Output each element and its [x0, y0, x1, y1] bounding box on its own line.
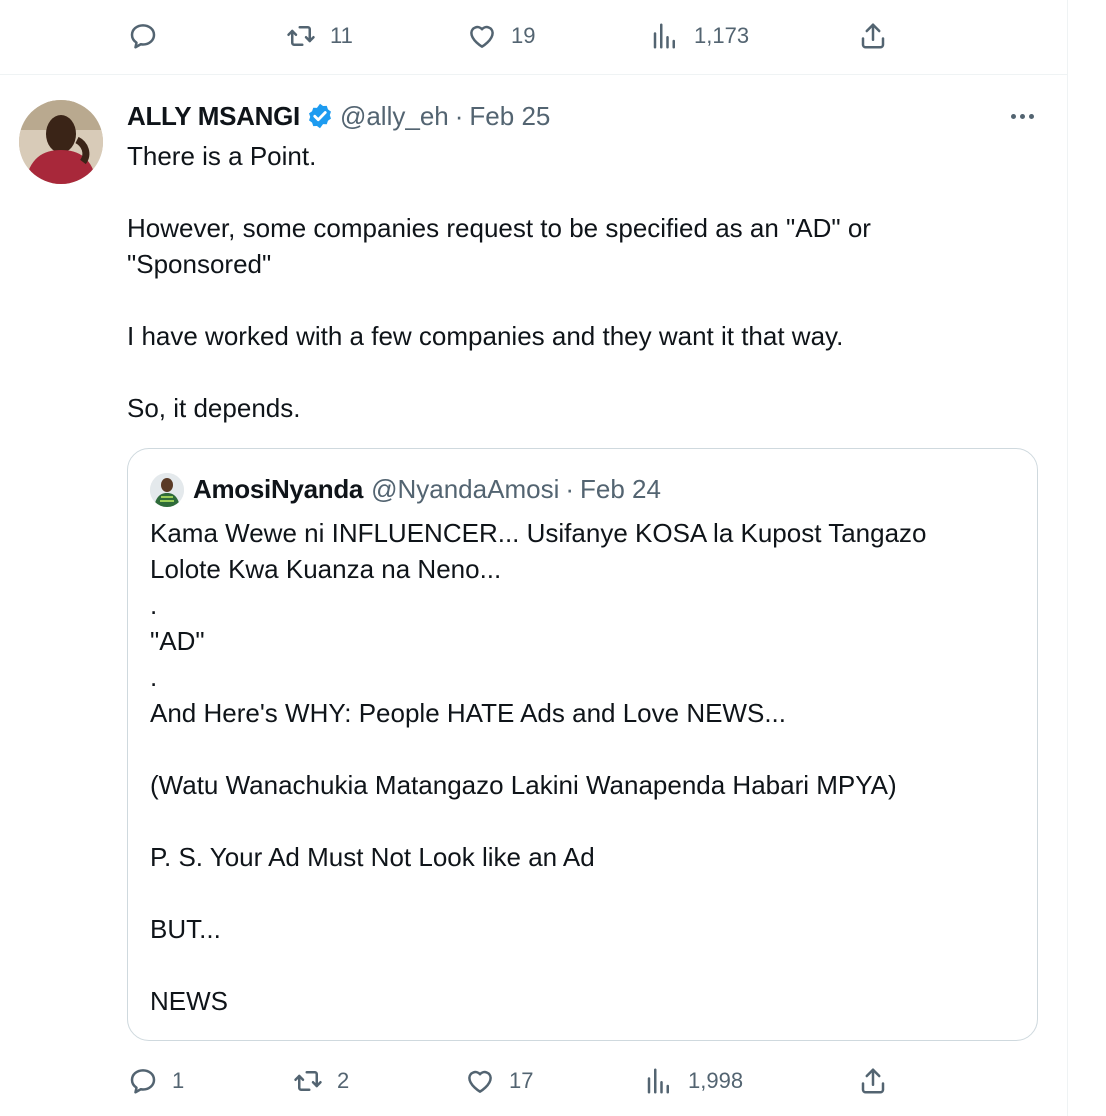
reply-button[interactable]: 1 — [128, 1061, 184, 1101]
retweet-icon — [294, 1071, 322, 1091]
quote-date: Feb 24 — [580, 473, 661, 504]
reply-count: 1 — [172, 1068, 185, 1093]
top-action-bar: 11 19 1,173 — [0, 16, 1067, 56]
like-button[interactable]: 19 — [467, 16, 535, 56]
verified-badge-icon — [308, 103, 331, 129]
tweet-date[interactable]: Feb 25 — [469, 101, 550, 132]
tweet-text-line: So, it depends. — [127, 393, 301, 423]
views-button[interactable]: 1,173 — [650, 16, 749, 56]
handle[interactable]: @ally_eh — [340, 101, 449, 132]
more-options-button[interactable] — [1004, 104, 1040, 128]
view-count: 1,998 — [688, 1068, 744, 1093]
view-count: 1,173 — [694, 23, 750, 48]
views-icon — [653, 23, 675, 49]
share-icon — [861, 1068, 885, 1094]
tweet-text-line — [127, 354, 1027, 390]
quote-text-line — [150, 947, 1010, 983]
tweet-text-line: However, some companies request to be sp… — [127, 213, 871, 243]
share-icon — [861, 23, 885, 49]
quote-text-line: Lolote Kwa Kuanza na Neno... — [150, 554, 502, 584]
more-icon — [1010, 113, 1016, 119]
retweet-button[interactable]: 2 — [293, 1061, 349, 1101]
tweet-text-line: "Sponsored" — [127, 249, 272, 279]
quote-text-line: Kama Wewe ni INFLUENCER... Usifanye KOSA… — [150, 518, 927, 548]
quote-text-line: (Watu Wanachukia Matangazo Lakini Wanape… — [150, 770, 897, 800]
tweet-action-bar: 1 2 17 1,998 — [0, 1061, 1067, 1101]
views-button[interactable]: 1,998 — [644, 1061, 743, 1101]
retweet-count: 11 — [330, 23, 353, 48]
retweet-icon — [287, 26, 315, 46]
quote-text-line — [150, 875, 1010, 911]
share-button[interactable] — [858, 16, 888, 56]
reply-button[interactable] — [128, 16, 172, 56]
reply-icon — [130, 24, 156, 49]
quote-text-line: . — [150, 662, 158, 692]
reply-icon — [130, 1069, 156, 1094]
quote-avatar-image — [150, 473, 184, 507]
like-button[interactable]: 17 — [465, 1061, 533, 1101]
tweet-text-line: I have worked with a few companies and t… — [127, 321, 844, 351]
tweet-header: ALLY MSANGI @ally_eh · Feb 25 — [127, 98, 550, 134]
like-icon — [468, 1070, 492, 1093]
display-name[interactable]: ALLY MSANGI — [127, 101, 300, 132]
tweet-text-line: There is a Point. — [127, 141, 317, 171]
quote-handle: @NyandaAmosi — [371, 473, 560, 504]
tweet-text-line — [127, 282, 1027, 318]
like-icon — [470, 25, 494, 48]
views-icon — [647, 1068, 669, 1094]
quote-text-line: BUT... — [150, 914, 221, 944]
quote-text: Kama Wewe ni INFLUENCER... Usifanye KOSA… — [150, 515, 1010, 1019]
quote-text-line: P. S. Your Ad Must Not Look like an Ad — [150, 842, 595, 872]
tweet-divider — [0, 74, 1067, 75]
retweet-button[interactable]: 11 — [286, 16, 353, 56]
like-count: 19 — [511, 23, 536, 48]
quote-text-line: And Here's WHY: People HATE Ads and Love… — [150, 698, 786, 728]
column-border — [1067, 0, 1068, 1116]
quoted-tweet[interactable]: AmosiNyanda @NyandaAmosi · Feb 24 Kama W… — [127, 448, 1038, 1041]
avatar-image — [19, 100, 103, 184]
quote-text-line: . — [150, 590, 158, 620]
quote-text-line — [150, 803, 1010, 839]
tweet-text: There is a Point. However, some companie… — [127, 138, 1027, 426]
separator: · — [454, 100, 464, 131]
quote-header: AmosiNyanda @NyandaAmosi · Feb 24 — [193, 471, 661, 507]
quote-display-name: AmosiNyanda — [193, 473, 364, 504]
quote-avatar — [150, 473, 184, 507]
quote-text-line: "AD" — [150, 626, 205, 656]
quote-text-line: NEWS — [150, 986, 228, 1016]
like-count: 17 — [509, 1068, 534, 1093]
quote-separator: · — [565, 473, 575, 504]
share-button[interactable] — [858, 1061, 888, 1101]
avatar[interactable] — [19, 100, 103, 184]
quote-text-line — [150, 731, 1010, 767]
tweet-text-line — [127, 174, 1027, 210]
retweet-count: 2 — [337, 1068, 350, 1093]
